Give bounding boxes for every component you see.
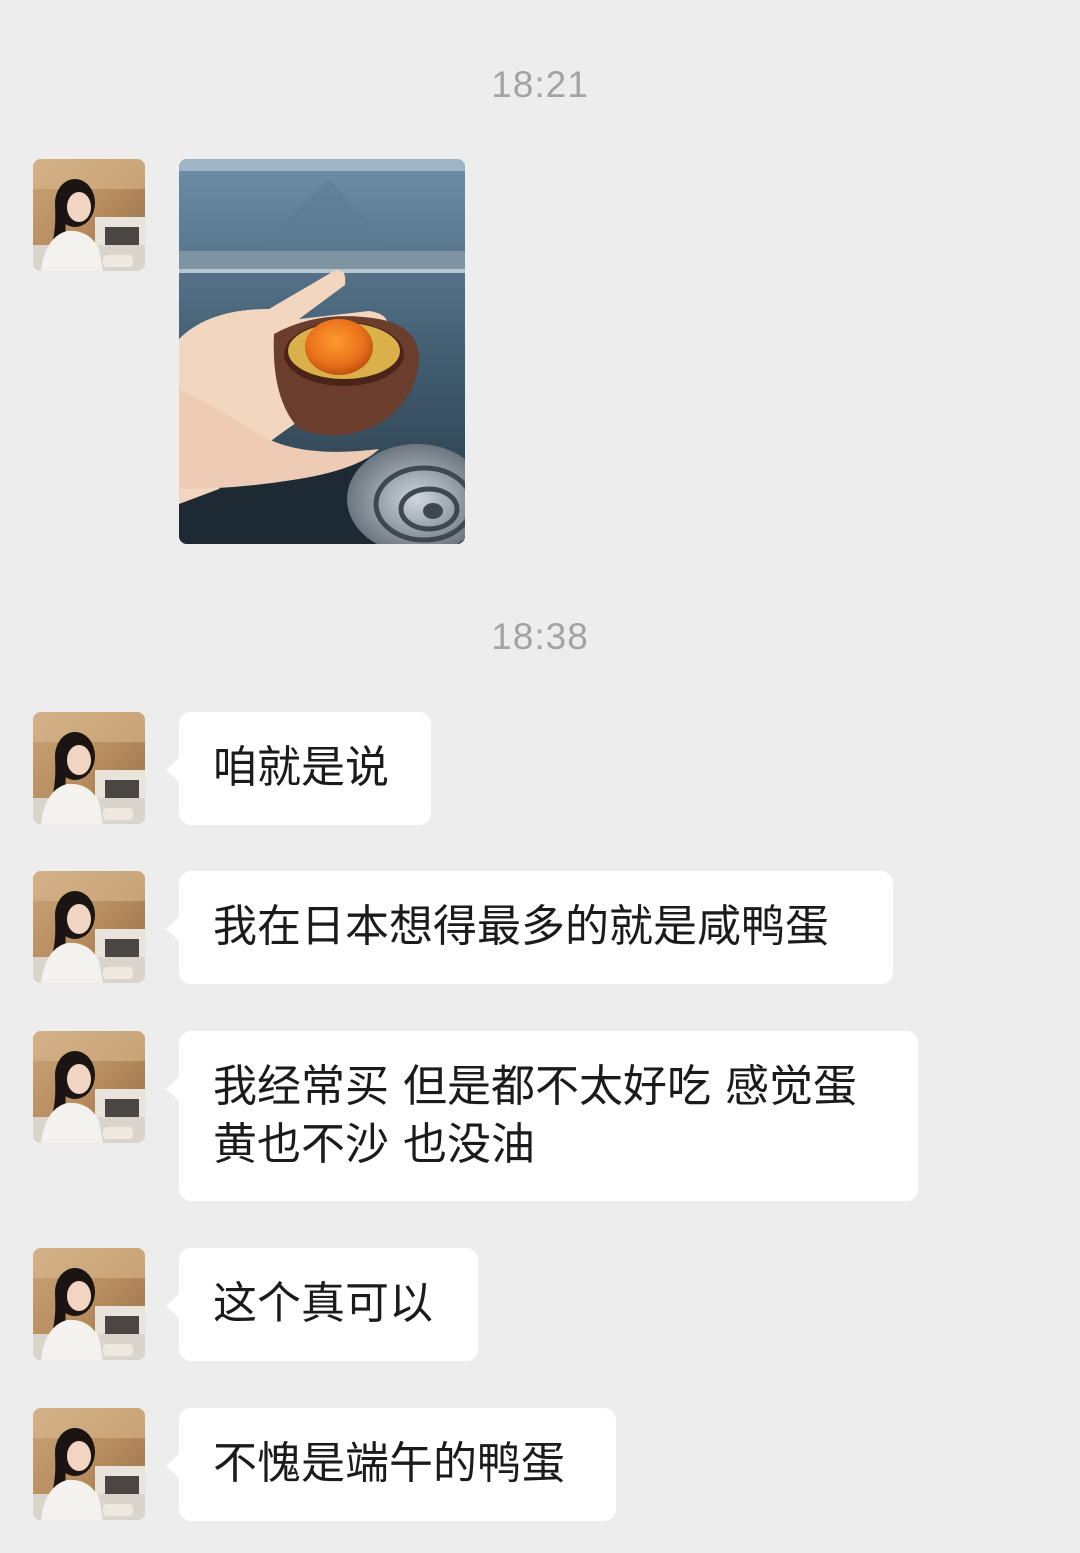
message-text: 我在日本想得最多的就是咸鸭蛋 bbox=[213, 901, 829, 952]
avatar-photo-icon bbox=[33, 871, 145, 983]
avatar-photo-icon bbox=[33, 1031, 145, 1143]
contact-avatar[interactable] bbox=[33, 159, 145, 271]
contact-avatar[interactable] bbox=[33, 871, 145, 983]
message-bubble[interactable]: 不愧是端午的鸭蛋 bbox=[166, 1408, 616, 1521]
message-bubble[interactable]: 这个真可以 bbox=[166, 1248, 478, 1361]
message-text: 咱就是说 bbox=[213, 742, 389, 793]
avatar-photo-icon bbox=[33, 1248, 145, 1360]
contact-avatar[interactable] bbox=[33, 712, 145, 824]
contact-avatar[interactable] bbox=[33, 1408, 145, 1520]
message-text: 不愧是端午的鸭蛋 bbox=[213, 1438, 565, 1489]
avatar-photo-icon bbox=[33, 712, 145, 824]
contact-avatar[interactable] bbox=[33, 1248, 145, 1360]
message-bubble[interactable]: 我在日本想得最多的就是咸鸭蛋 bbox=[166, 871, 893, 984]
message-bubble[interactable]: 咱就是说 bbox=[166, 712, 431, 825]
contact-avatar[interactable] bbox=[33, 1031, 145, 1143]
avatar-photo-icon bbox=[33, 1408, 145, 1520]
timestamp-2: 18:38 bbox=[491, 616, 589, 657]
message-text: 我经常买 但是都不太好吃 感觉蛋黄也不沙 也没油 bbox=[213, 1061, 857, 1170]
message-bubble[interactable]: 我经常买 但是都不太好吃 感觉蛋黄也不沙 也没油 bbox=[166, 1031, 918, 1201]
timestamp-1: 18:21 bbox=[491, 64, 589, 105]
photo-message[interactable] bbox=[179, 159, 465, 544]
message-text: 这个真可以 bbox=[213, 1278, 433, 1329]
salted-duck-egg-photo-icon bbox=[179, 159, 465, 544]
avatar-photo-icon bbox=[33, 159, 145, 271]
